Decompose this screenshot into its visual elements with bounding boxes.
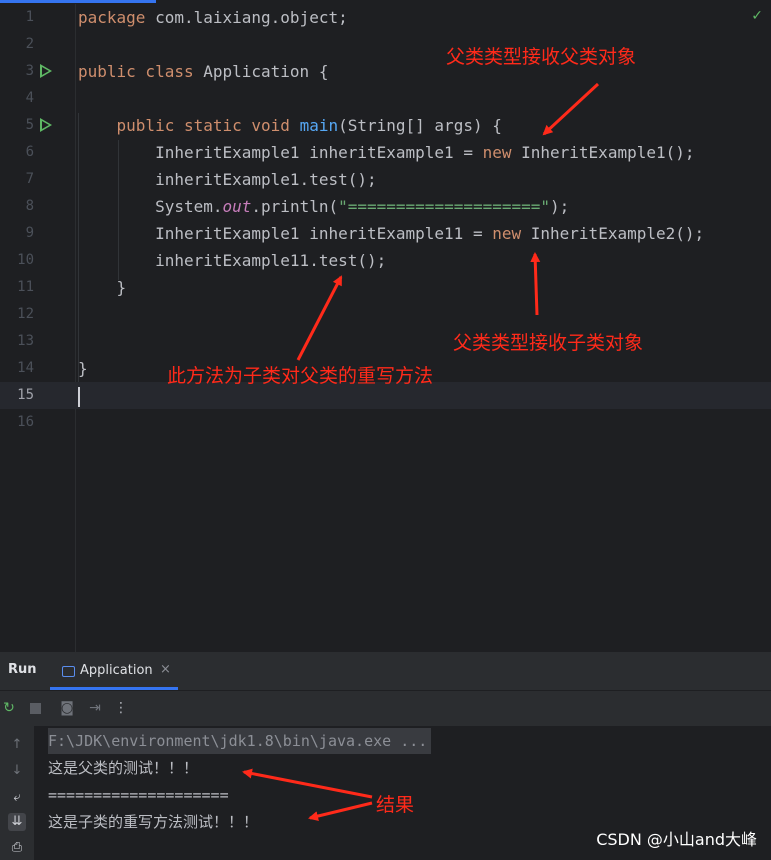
scroll-to-end-icon[interactable]: ⇊ [8,813,26,831]
console-command-line[interactable]: F:\JDK\environment\jdk1.8\bin\java.exe .… [48,728,432,754]
line-number: 16 [17,414,34,430]
print-icon[interactable]: ⎙ [8,839,26,857]
run-tab-bar: Run Application × [0,652,771,691]
code-line-11[interactable]: } [78,274,127,301]
application-tab-icon [62,666,75,677]
code-line-7[interactable]: inheritExample1.test(); [78,166,377,193]
down-arrow-icon[interactable]: ↓ [8,762,26,780]
tab-application[interactable]: Application × [50,652,178,690]
line-number: 8 [25,198,34,214]
tab-application-label: Application [80,663,153,678]
line-number: 10 [17,252,34,268]
code-line-3[interactable]: public class Application { [78,58,328,85]
run-toolbar: ↻ ◙ ⇥ ⋮ [0,691,771,725]
line-number: 5 [25,117,34,133]
code-line-6[interactable]: InheritExample1 inheritExample1 = new In… [78,139,694,166]
stop-icon[interactable] [26,699,44,717]
rerun-icon[interactable]: ↻ [0,699,18,717]
code-line-1[interactable]: package com.laixiang.object; [78,4,348,31]
console-side-toolbar: ↑ ↓ ⤶ ⇊ ⎙ [0,726,34,860]
camera-icon[interactable]: ◙ [58,699,76,717]
annotation-parent-receives-parent: 父类类型接收父类对象 [446,46,637,68]
line-number: 6 [25,144,34,160]
code-line-10[interactable]: inheritExample11.test(); [78,247,386,274]
line-number: 9 [25,225,34,241]
more-icon[interactable]: ⋮ [112,699,130,717]
up-arrow-icon[interactable]: ↑ [8,736,26,754]
console-output-line: 这是子类的重写方法测试！！！ [48,813,259,831]
text-caret [78,386,80,407]
console-output-line: 这是父类的测试！！！ [48,759,199,777]
exit-icon[interactable]: ⇥ [86,699,104,717]
line-number: 4 [25,90,34,106]
watermark: CSDN @小山and大峰 [596,830,757,849]
run-title: Run [8,662,37,677]
line-number: 2 [25,36,34,52]
code-line-14[interactable]: } [78,355,88,382]
code-line-8[interactable]: System.out.println("====================… [78,193,569,220]
code-line-5[interactable]: public static void main(String[] args) { [78,112,502,139]
annotation-override-note: 此方法为子类对父类的重写方法 [167,365,434,387]
close-icon[interactable]: × [160,662,171,677]
line-number: 11 [17,279,34,295]
code-line-9[interactable]: InheritExample1 inheritExample11 = new I… [78,220,704,247]
line-number: 3 [25,63,34,79]
line-number: 1 [25,9,34,25]
annotation-result: 结果 [376,794,415,816]
line-number: 12 [17,306,34,322]
annotation-parent-receives-child: 父类类型接收子类对象 [453,332,644,354]
progress-indicator [0,0,156,3]
run-gutter-icon[interactable] [40,118,52,132]
line-number: 15 [17,387,34,403]
line-number: 14 [17,360,34,376]
run-gutter-icon[interactable] [40,64,52,78]
soft-wrap-icon[interactable]: ⤶ [8,789,26,807]
code-line-15[interactable] [78,382,80,409]
line-number: 7 [25,171,34,187]
code-editor[interactable]: ✓ 1 package com.laixiang.object; 2 3 pub… [0,0,771,652]
line-number: 13 [17,333,34,349]
run-tool-window: Run Application × ↻ ◙ ⇥ ⋮ ↑ ↓ ⤶ ⇊ ⎙ F:\J… [0,652,771,860]
console-output-line: ==================== [48,786,229,804]
